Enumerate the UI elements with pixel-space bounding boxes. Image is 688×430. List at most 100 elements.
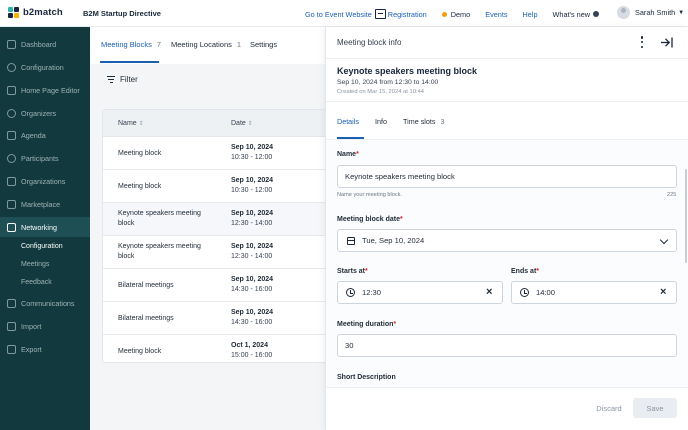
date-value: Tue, Sep 10, 2024 <box>362 236 425 245</box>
duration-field[interactable]: 30 <box>337 334 677 357</box>
sidebar-item-dashboard[interactable]: Dashboard <box>0 34 90 54</box>
dashboard-icon <box>7 39 16 49</box>
sidebar-item-label: Organizations <box>21 176 66 186</box>
filter-button[interactable]: Filter <box>107 75 138 84</box>
clear-icon[interactable]: × <box>486 286 492 298</box>
active-tab-indicator <box>100 61 159 63</box>
sidebar-item-home-page-editor[interactable]: Home Page Editor <box>0 80 90 100</box>
whats-new-link[interactable]: What's new <box>553 10 600 19</box>
communications-icon <box>7 298 16 308</box>
table-row[interactable]: Bilateral meetings Sep 10, 2024 14:30 - … <box>103 269 329 302</box>
starts-at-field[interactable]: 12:30 × <box>337 281 503 304</box>
save-button[interactable]: Save <box>633 398 677 418</box>
event-name: B2M Startup Directive <box>83 9 161 18</box>
sidebar-item-export[interactable]: Export <box>0 339 90 359</box>
user-name: Sarah Smith <box>635 8 676 17</box>
tab-settings[interactable]: Settings <box>250 40 277 49</box>
chevron-down-icon <box>659 235 669 245</box>
sidebar-item-marketplace[interactable]: Marketplace <box>0 194 90 214</box>
collapse-panel-icon[interactable] <box>660 37 673 48</box>
table-row[interactable]: Meeting block Sep 10, 2024 10:30 - 12:00 <box>103 170 329 203</box>
panel-header-title: Meeting block info <box>337 38 402 47</box>
panel-subtitle: Sep 10, 2024 from 12:30 to 14:00 <box>337 79 439 86</box>
sidebar-item-networking[interactable]: Networking <box>0 217 90 237</box>
divider <box>326 58 688 59</box>
ends-at-field[interactable]: 14:00 × <box>511 281 677 304</box>
demo-link[interactable]: Demo <box>441 10 470 19</box>
b2match-logo-icon <box>8 7 19 18</box>
date-value: Sep 10, 2024 <box>231 210 274 217</box>
help-link[interactable]: Help <box>523 10 538 19</box>
editor-icon <box>7 85 16 95</box>
networking-icon <box>7 222 16 232</box>
logo-text: b2match <box>23 7 63 18</box>
clear-icon[interactable]: × <box>660 286 666 298</box>
column-label: Name <box>118 120 137 127</box>
required-mark: * <box>400 216 403 223</box>
ends-at-label: Ends at* <box>511 268 539 275</box>
user-menu[interactable]: Sarah Smith ▼ <box>617 6 684 19</box>
tab-meeting-locations[interactable]: Meeting Locations 1 <box>171 40 241 49</box>
column-label: Date <box>231 120 246 127</box>
tab-meeting-blocks[interactable]: Meeting Blocks 7 <box>101 40 161 49</box>
sidebar-item-label: Organizers <box>21 108 57 118</box>
table-row[interactable]: Meeting block Oct 1, 2024 15:00 - 16:00 <box>103 335 329 362</box>
cell-date: Sep 10, 2024 14:30 - 16:00 <box>231 308 273 328</box>
tab-details[interactable]: Details <box>337 117 359 126</box>
sidebar-item-participants[interactable]: Participants <box>0 148 90 168</box>
tab-label: Info <box>375 117 387 126</box>
starts-at-value: 12:30 <box>362 288 382 297</box>
tab-time-slots[interactable]: Time slots 3 <box>403 117 444 126</box>
time-value: 10:30 - 12:00 <box>231 187 273 194</box>
sidebar-item-organizers[interactable]: Organizers <box>0 103 90 123</box>
tab-label: Time slots <box>403 117 436 126</box>
column-header-name[interactable]: Name ⇕ <box>118 120 144 127</box>
tab-count: 1 <box>236 40 242 49</box>
name-field[interactable]: Keynote speakers meeting block <box>337 165 677 188</box>
cell-name: Bilateral meetings <box>118 282 174 289</box>
column-header-date[interactable]: Date ⇕ <box>231 120 253 127</box>
scrollbar[interactable] <box>685 169 687 263</box>
sidebar-item-label: Participants <box>21 153 59 163</box>
sidebar-item-organizations[interactable]: Organizations <box>0 171 90 191</box>
discard-button[interactable]: Discard <box>584 398 634 418</box>
tab-info[interactable]: Info <box>375 117 387 126</box>
sidebar-item-label: Agenda <box>21 130 46 140</box>
sidebar-item-agenda[interactable]: Agenda <box>0 125 90 145</box>
label-text: Meeting block date <box>337 216 401 223</box>
cell-name: Meeting block <box>118 348 162 355</box>
table-row[interactable]: Bilateral meetings Sep 10, 2024 14:30 - … <box>103 302 329 335</box>
sidebar-subitem-meetings[interactable]: Meetings <box>21 261 49 268</box>
chevron-down-icon: ▼ <box>678 9 685 16</box>
sidebar-subitem-configuration[interactable]: Configuration <box>21 243 63 250</box>
sidebar-item-configuration[interactable]: Configuration <box>0 57 90 77</box>
registration-link[interactable]: Registration <box>374 9 427 19</box>
tab-label: Details <box>337 117 359 126</box>
name-char-counter: 225 <box>667 192 677 198</box>
label-text: Starts at <box>337 268 366 275</box>
logo[interactable]: b2match <box>8 7 63 18</box>
duration-label: Meeting duration* <box>337 321 396 328</box>
more-options-icon[interactable] <box>640 36 644 48</box>
sidebar-subitem-feedback[interactable]: Feedback <box>21 279 52 286</box>
tab-label: Meeting Blocks <box>101 40 152 49</box>
name-label: Name* <box>337 151 359 158</box>
tab-label: Meeting Locations <box>171 40 232 49</box>
sidebar-item-label: Configuration <box>21 62 64 72</box>
sidebar-item-import[interactable]: Import <box>0 316 90 336</box>
sidebar-item-label: Networking <box>21 222 57 232</box>
organizers-icon <box>7 108 16 118</box>
table-row[interactable]: Keynote speakers meeting block Sep 10, 2… <box>103 203 329 236</box>
go-to-event-link[interactable]: Go to Event Website <box>305 10 372 19</box>
top-header: b2match B2M Startup Directive Go to Even… <box>0 0 688 27</box>
table-row[interactable]: Meeting block Sep 10, 2024 10:30 - 12:00 <box>103 137 329 170</box>
events-link[interactable]: Events <box>485 10 507 19</box>
sidebar-item-communications[interactable]: Communications <box>0 293 90 313</box>
date-picker[interactable]: Tue, Sep 10, 2024 <box>337 229 677 252</box>
filter-label: Filter <box>120 75 138 84</box>
table-row[interactable]: Keynote speakers meeting block Sep 10, 2… <box>103 236 329 269</box>
export-icon <box>7 344 16 354</box>
sidebar-item-label: Dashboard <box>21 39 57 49</box>
login-icon <box>374 9 386 19</box>
sidebar-item-label: Marketplace <box>21 199 61 209</box>
